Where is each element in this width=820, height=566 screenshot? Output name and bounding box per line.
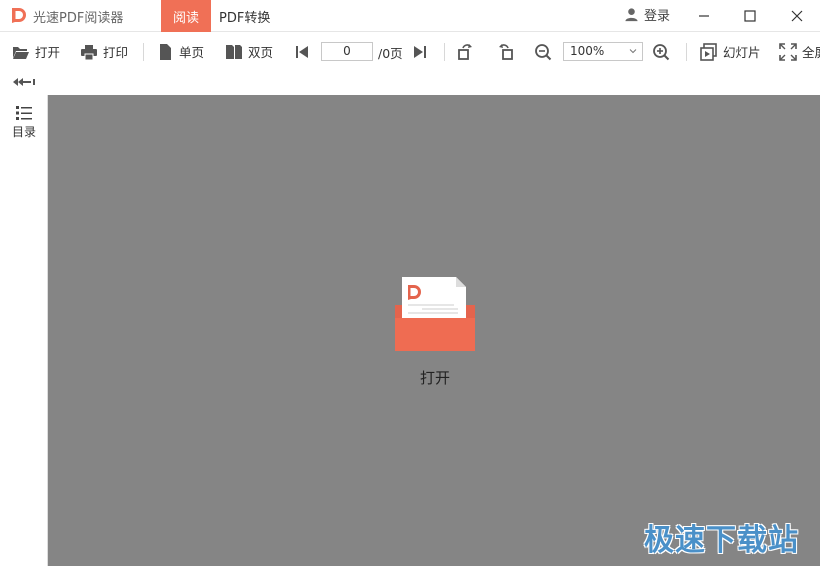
login-button[interactable]: 登录 xyxy=(624,5,670,24)
zoom-in-icon xyxy=(653,43,670,60)
maximize-icon xyxy=(744,10,756,22)
rotate-left-button[interactable] xyxy=(496,33,514,70)
login-label: 登录 xyxy=(644,9,671,24)
first-page-button[interactable] xyxy=(293,33,311,70)
first-page-icon xyxy=(296,45,308,58)
sidebar: 目录 xyxy=(0,95,48,566)
last-page-button[interactable] xyxy=(411,33,429,70)
single-page-icon xyxy=(160,43,171,60)
last-page-icon xyxy=(414,45,426,58)
zoom-in-button[interactable] xyxy=(652,33,670,70)
fullscreen-label: 全屏 xyxy=(802,45,820,60)
slideshow-label: 幻灯片 xyxy=(723,45,761,60)
double-page-icon xyxy=(226,44,242,59)
open-label: 打开 xyxy=(35,45,61,60)
single-page-label: 单页 xyxy=(179,45,205,60)
fullscreen-button[interactable]: 全屏 xyxy=(779,33,820,70)
open-button[interactable]: 打开 xyxy=(12,33,60,70)
folder-open-icon xyxy=(13,46,29,59)
toc-label: 目录 xyxy=(11,125,36,139)
fullscreen-icon xyxy=(779,42,797,61)
double-page-button[interactable]: 双页 xyxy=(225,33,273,70)
toc-icon xyxy=(16,106,32,120)
open-label-main[interactable]: 打开 xyxy=(393,367,477,388)
toolbar-divider xyxy=(143,43,144,61)
chevron-down-icon xyxy=(629,49,637,54)
toolbar: 打开 打印 单页 双页 0 /0页 100% 幻灯片 全屏 xyxy=(0,33,820,70)
app-title: 光速PDF阅读器 xyxy=(33,11,124,26)
printer-icon xyxy=(81,44,97,60)
single-page-button[interactable]: 单页 xyxy=(156,33,204,70)
slideshow-icon xyxy=(700,42,717,61)
document-area: 打开 极速下载站 xyxy=(48,95,820,566)
rotate-right-icon xyxy=(458,43,472,60)
watermark: 极速下载站 xyxy=(644,523,799,558)
double-page-label: 双页 xyxy=(248,45,274,60)
minimize-icon xyxy=(699,15,709,17)
tab-pdf-convert[interactable]: PDF转换 xyxy=(219,7,270,26)
zoom-select[interactable]: 100% xyxy=(563,42,643,61)
title-bar: 光速PDF阅读器 阅读 PDF转换 登录 xyxy=(0,0,820,32)
print-label: 打印 xyxy=(103,45,129,60)
minimize-button[interactable] xyxy=(681,0,727,32)
logo-icon xyxy=(12,8,26,23)
print-button[interactable]: 打印 xyxy=(80,33,128,70)
close-icon xyxy=(791,10,803,22)
toc-button[interactable]: 目录 xyxy=(0,105,48,140)
open-file-folder-icon[interactable] xyxy=(394,275,476,353)
collapse-icon[interactable] xyxy=(12,76,36,88)
tab-read[interactable]: 阅读 xyxy=(161,0,211,32)
zoom-value: 100% xyxy=(570,44,605,58)
maximize-button[interactable] xyxy=(727,0,773,32)
zoom-out-button[interactable] xyxy=(534,33,552,70)
rotate-right-button[interactable] xyxy=(457,33,475,70)
secondary-bar xyxy=(0,70,820,95)
toolbar-divider xyxy=(444,43,445,61)
page-total: /0页 xyxy=(378,46,403,61)
close-button[interactable] xyxy=(774,0,820,32)
page-number-input[interactable]: 0 xyxy=(321,42,373,61)
user-icon xyxy=(625,8,638,22)
zoom-out-icon xyxy=(535,43,552,60)
rotate-left-icon xyxy=(499,43,513,60)
toolbar-divider xyxy=(686,43,687,61)
slideshow-button[interactable]: 幻灯片 xyxy=(700,33,761,70)
